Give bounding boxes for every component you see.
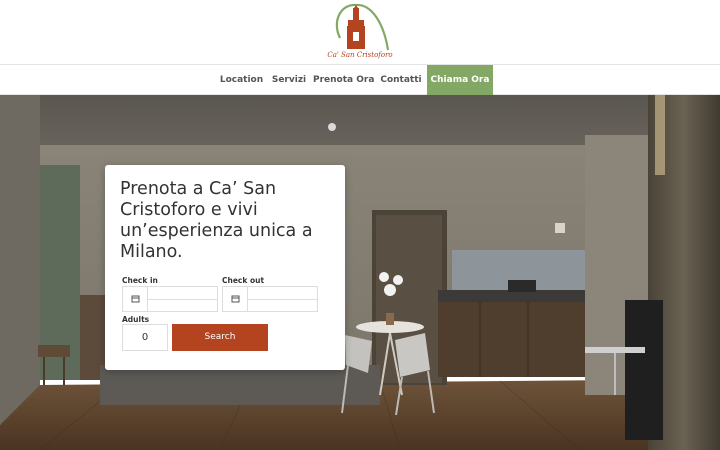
logo-text: Ca' San Cristoforo bbox=[327, 51, 393, 59]
english-flag-icon[interactable] bbox=[501, 76, 512, 83]
header: Ca' San Cristoforo bbox=[0, 0, 720, 64]
checkin-label: Check in bbox=[122, 276, 158, 285]
nav-item-chiama-ora[interactable]: Chiama Ora bbox=[427, 65, 493, 95]
search-button[interactable]: Search bbox=[172, 324, 268, 351]
adults-label: Adults bbox=[122, 315, 150, 324]
adults-input[interactable]: 0 bbox=[122, 324, 168, 351]
main-nav: Location Servizi Prenota Ora Contatti Ch… bbox=[0, 64, 720, 95]
nav-item-prenota-ora[interactable]: Prenota Ora bbox=[313, 65, 374, 95]
nav-item-location[interactable]: Location bbox=[216, 65, 267, 95]
booking-card: Prenota a Ca’ San Cristoforo e vivi un’e… bbox=[105, 165, 345, 370]
nav-item-contatti[interactable]: Contatti bbox=[378, 65, 424, 95]
calendar-icon[interactable] bbox=[223, 287, 248, 311]
checkout-label: Check out bbox=[222, 276, 265, 285]
logo[interactable]: Ca' San Cristoforo bbox=[326, 2, 394, 62]
calendar-icon[interactable] bbox=[123, 287, 148, 311]
checkin-divider bbox=[148, 299, 217, 300]
checkout-field[interactable] bbox=[222, 286, 318, 312]
booking-title: Prenota a Ca’ San Cristoforo e vivi un’e… bbox=[120, 179, 313, 262]
checkin-field[interactable] bbox=[122, 286, 218, 312]
nav-item-servizi[interactable]: Servizi bbox=[270, 65, 308, 95]
checkout-divider bbox=[248, 299, 317, 300]
church-tower-icon bbox=[335, 3, 390, 51]
